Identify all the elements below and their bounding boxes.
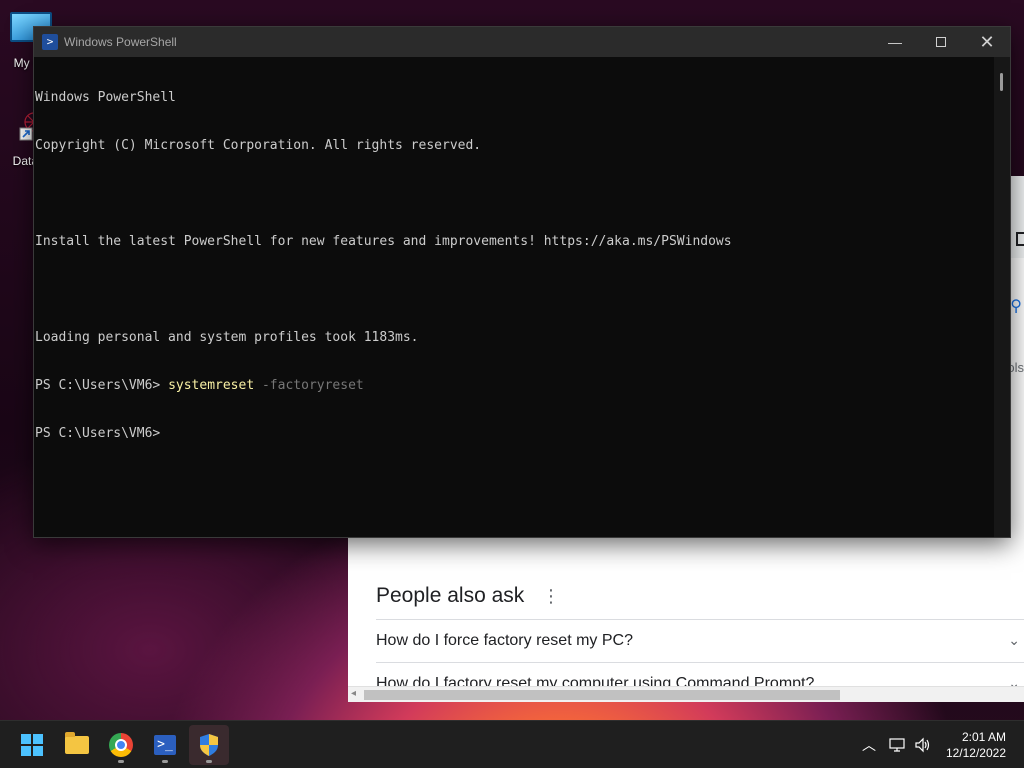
console-output[interactable]: Windows PowerShell Copyright (C) Microso… — [34, 57, 994, 537]
chrome-icon — [109, 733, 133, 757]
maximize-button[interactable] — [918, 27, 964, 57]
start-icon — [21, 734, 43, 756]
taskbar: >_ ︿ 2:01 AM 12/12/2022 — [0, 720, 1024, 768]
chevron-down-icon[interactable]: ⌄ — [1008, 632, 1020, 649]
prompt: PS C:\Users\VM6> — [35, 426, 161, 441]
start-button[interactable] — [12, 725, 52, 765]
clock-date: 12/12/2022 — [945, 746, 1006, 760]
maximize-icon — [936, 37, 946, 47]
scrollbar-thumb[interactable] — [1000, 73, 1003, 91]
powershell-icon: >_ — [154, 735, 176, 755]
minimize-button[interactable]: — — [872, 27, 918, 57]
more-options-icon[interactable]: ⋮ — [542, 586, 560, 607]
question-text: How do I force factory reset my PC? — [376, 631, 633, 649]
file-explorer-icon — [65, 732, 89, 754]
volume-button[interactable] — [914, 721, 932, 768]
window-titlebar[interactable]: > Windows PowerShell — ✕ — [34, 27, 1010, 57]
console-line: Loading personal and system profiles too… — [35, 330, 419, 345]
running-indicator — [162, 760, 168, 763]
running-indicator — [206, 760, 212, 763]
people-also-ask-heading: People also ask — [376, 584, 525, 607]
taskbar-powershell[interactable]: >_ — [145, 725, 185, 765]
console-prompt-line[interactable]: PS C:\Users\VM6> — [35, 426, 994, 442]
taskbar-chrome[interactable] — [101, 725, 141, 765]
window-title: Windows PowerShell — [64, 35, 177, 49]
people-also-ask-question[interactable]: How do I factory reset my computer using… — [376, 662, 1024, 688]
scroll-left-icon[interactable]: ◂ — [351, 688, 356, 699]
close-button[interactable]: ✕ — [964, 27, 1010, 57]
clock-time: 2:01 AM — [961, 730, 1006, 744]
network-icon — [889, 738, 905, 752]
powershell-icon: > — [42, 34, 58, 50]
close-icon: ✕ — [979, 31, 995, 52]
console-command-line: PS C:\Users\VM6> systemreset -factoryres… — [35, 378, 994, 394]
security-shield-icon — [200, 734, 218, 756]
console-line: Windows PowerShell — [35, 90, 176, 105]
scrollbar-thumb[interactable] — [364, 690, 840, 700]
volume-icon — [915, 737, 930, 753]
command-text: systemreset — [168, 378, 255, 393]
powershell-window[interactable]: > Windows PowerShell — ✕ Windows PowerSh… — [33, 26, 1011, 538]
horizontal-scrollbar[interactable]: ◂ — [348, 686, 1024, 702]
browser-tab-edge — [1016, 232, 1024, 246]
people-also-ask-question[interactable]: How do I force factory reset my PC? ⌄ — [376, 619, 1024, 661]
taskbar-security[interactable] — [189, 725, 229, 765]
running-indicator — [118, 760, 124, 763]
taskbar-clock[interactable]: 2:01 AM 12/12/2022 — [946, 729, 1006, 761]
chevron-up-icon: ︿ — [862, 737, 876, 753]
vertical-scrollbar[interactable] — [994, 57, 1010, 537]
command-parameter: -factoryreset — [254, 378, 364, 393]
prompt: PS C:\Users\VM6> — [35, 378, 169, 393]
search-icon[interactable]: ⚲ — [1010, 296, 1022, 316]
minimize-icon: — — [888, 34, 902, 50]
network-button[interactable] — [889, 721, 907, 768]
console-line: Install the latest PowerShell for new fe… — [35, 234, 732, 249]
console-line: Copyright (C) Microsoft Corporation. All… — [35, 138, 482, 153]
show-hidden-icons-button[interactable]: ︿ — [862, 721, 876, 768]
taskbar-file-explorer[interactable] — [57, 725, 97, 765]
